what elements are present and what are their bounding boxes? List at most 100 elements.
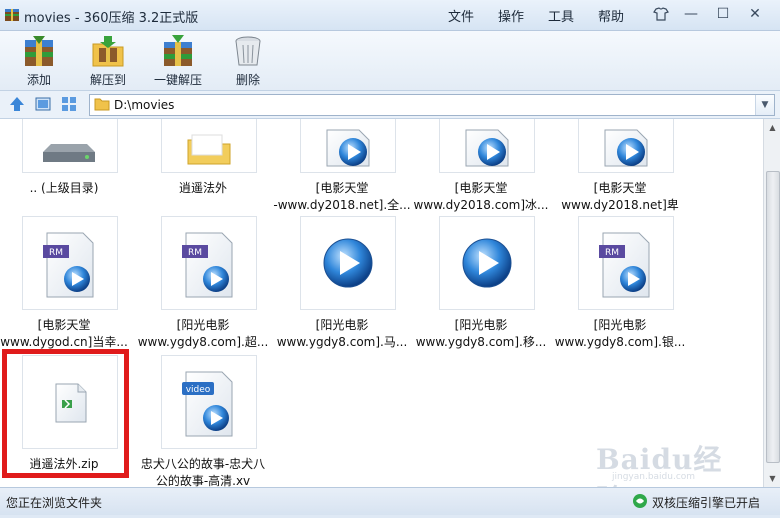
- file-name-line1: [阳光电影: [315, 318, 369, 332]
- file-name: .. (上级目录): [29, 181, 99, 195]
- file-name-line2: www.dy2018.com]冰...: [413, 198, 549, 212]
- file-item-folder[interactable]: 逍遥法外: [134, 119, 264, 209]
- thumb: [578, 119, 674, 173]
- watermark-logo: Baidu经验 jingyan.baidu.com: [596, 434, 746, 516]
- add-archive-icon: [25, 36, 53, 66]
- menu-operate[interactable]: 操作: [498, 6, 524, 25]
- thumb: RM: [578, 216, 674, 310]
- delete-icon: [235, 36, 261, 66]
- engine-icon: [633, 494, 647, 508]
- extract-to-icon: [92, 36, 124, 67]
- file-name-line2: 公的故事-高清.xv: [155, 474, 251, 487]
- file-item-rm[interactable]: RM [阳光电影 www.ygdy8.com].银...: [551, 216, 685, 349]
- maximize-icon[interactable]: ☐: [712, 4, 734, 24]
- file-name-line1: [电影天堂: [315, 181, 369, 195]
- media-file-icon: [465, 129, 509, 167]
- extract-to-label: 解压到: [89, 73, 126, 87]
- file-name-line2: -www.dy2018.net].全...: [273, 198, 411, 212]
- rm-file-icon: RM: [599, 232, 650, 298]
- engine-status: 双核压缩引擎已开启: [651, 496, 760, 510]
- menu-file[interactable]: 文件: [448, 6, 474, 25]
- file-name-line2: www.ygdy8.com].超...: [137, 335, 269, 349]
- video-badge: video: [186, 385, 211, 395]
- grid-view-icon[interactable]: [60, 95, 78, 113]
- file-name-line2: www.ygdy8.com].移...: [415, 335, 547, 349]
- highlight-box: [2, 349, 129, 478]
- file-name-line1: [电影天堂: [37, 318, 91, 332]
- thumb: [300, 119, 396, 173]
- add-label: 添加: [26, 73, 51, 87]
- thumb: [161, 119, 257, 173]
- menu-tools[interactable]: 工具: [548, 6, 574, 25]
- file-item-player[interactable]: [阳光电影 www.ygdy8.com].马...: [273, 216, 407, 349]
- address-field[interactable]: D:\movies ▼: [89, 94, 775, 116]
- folder-icon: [94, 98, 110, 111]
- file-item-video[interactable]: video 忠犬八公的故事-忠犬八 公的故事-高清.xv: [134, 355, 265, 487]
- one-click-extract-icon: [164, 35, 192, 66]
- scroll-down-icon[interactable]: ▼: [764, 470, 780, 487]
- rm-file-icon: RM: [182, 232, 233, 298]
- address-row: D:\movies ▼: [0, 91, 780, 119]
- file-name: [电影天堂 -www.dy2018.net].全...: [273, 180, 411, 214]
- file-name-line2: www.ygdy8.com].马...: [276, 335, 408, 349]
- thumb: video: [161, 355, 257, 449]
- app-logo-icon: [5, 9, 19, 21]
- thumb: [22, 119, 118, 173]
- up-arrow-icon[interactable]: [8, 95, 26, 113]
- thumb: RM: [22, 216, 118, 310]
- menu-help[interactable]: 帮助: [598, 6, 624, 25]
- file-name-line1: 忠犬八公的故事-忠犬八: [140, 457, 266, 471]
- vertical-scrollbar[interactable]: ▲ ▼: [763, 119, 780, 487]
- file-name-line2: www.ygdy8.com].银...: [554, 335, 686, 349]
- drive-icon: [43, 144, 95, 162]
- rm-file-icon: RM: [43, 232, 94, 298]
- file-item-parent[interactable]: .. (上级目录): [0, 119, 125, 209]
- address-path: D:\movies: [114, 98, 175, 112]
- folder-icon: [187, 134, 231, 165]
- file-name-line1: [阳光电影: [176, 318, 230, 332]
- one-click-extract-label: 一键解压: [153, 73, 202, 87]
- delete-button[interactable]: 删除: [213, 34, 283, 88]
- file-name: [阳光电影 www.ygdy8.com].银...: [551, 317, 689, 351]
- add-button[interactable]: 添加: [4, 34, 74, 88]
- title-bar: movies - 360压缩 3.2正式版 文件 操作 工具 帮助 — ☐ ✕: [0, 0, 780, 31]
- thumb: [439, 119, 535, 173]
- media-file-icon: [604, 129, 648, 167]
- minimize-icon[interactable]: —: [680, 4, 702, 24]
- file-name: [电影天堂 www.dygod.cn]当幸...: [0, 317, 133, 351]
- extract-to-button[interactable]: 解压到: [73, 34, 143, 88]
- file-name-line1: [阳光电影: [593, 318, 647, 332]
- file-name: [阳光电影 www.ygdy8.com].马...: [273, 317, 411, 351]
- chevron-down-icon[interactable]: ▼: [755, 95, 774, 115]
- file-item-media[interactable]: [电影天堂 www.dy2018.com]冰...: [412, 119, 548, 212]
- toolbar: 添加 解压到 一键解压 删除: [0, 31, 780, 91]
- file-name-line1: [电影天堂: [454, 181, 508, 195]
- scroll-up-icon[interactable]: ▲: [764, 119, 780, 136]
- one-click-extract-button[interactable]: 一键解压: [143, 34, 213, 88]
- thumb: [300, 216, 396, 310]
- watermark-sub: jingyan.baidu.com: [612, 472, 696, 482]
- window-title: movies - 360压缩 3.2正式版: [24, 11, 199, 26]
- file-name: 忠犬八公的故事-忠犬八 公的故事-高清.xv: [134, 456, 272, 487]
- file-item-player[interactable]: [阳光电影 www.ygdy8.com].移...: [412, 216, 546, 349]
- close-icon[interactable]: ✕: [744, 4, 766, 24]
- status-bar: 您正在浏览文件夹 双核压缩引擎已开启: [0, 487, 780, 515]
- skin-icon[interactable]: [650, 4, 672, 24]
- media-file-icon: [326, 129, 370, 167]
- scrollbar-thumb[interactable]: [766, 171, 780, 463]
- thumb: RM: [161, 216, 257, 310]
- rm-badge: RM: [188, 248, 202, 258]
- large-icon-view-icon[interactable]: [34, 95, 52, 113]
- file-item-media[interactable]: [电影天堂 www.dy2018.net]卑鄙...: [551, 119, 681, 229]
- status-text: 您正在浏览文件夹: [6, 496, 103, 510]
- file-item-rm[interactable]: RM [电影天堂 www.dygod.cn]当幸...: [0, 216, 128, 349]
- file-name-line1: [阳光电影: [454, 318, 508, 332]
- rm-badge: RM: [49, 248, 63, 258]
- video-file-icon: video: [182, 371, 233, 437]
- file-name: [阳光电影 www.ygdy8.com].超...: [134, 317, 272, 351]
- file-item-rm[interactable]: RM [阳光电影 www.ygdy8.com].超...: [134, 216, 268, 349]
- file-item-media[interactable]: [电影天堂 -www.dy2018.net].全...: [273, 119, 411, 212]
- thumb: [439, 216, 535, 310]
- file-name: [电影天堂 www.dy2018.com]冰...: [412, 180, 550, 214]
- file-name-line2: www.dygod.cn]当幸...: [0, 335, 128, 349]
